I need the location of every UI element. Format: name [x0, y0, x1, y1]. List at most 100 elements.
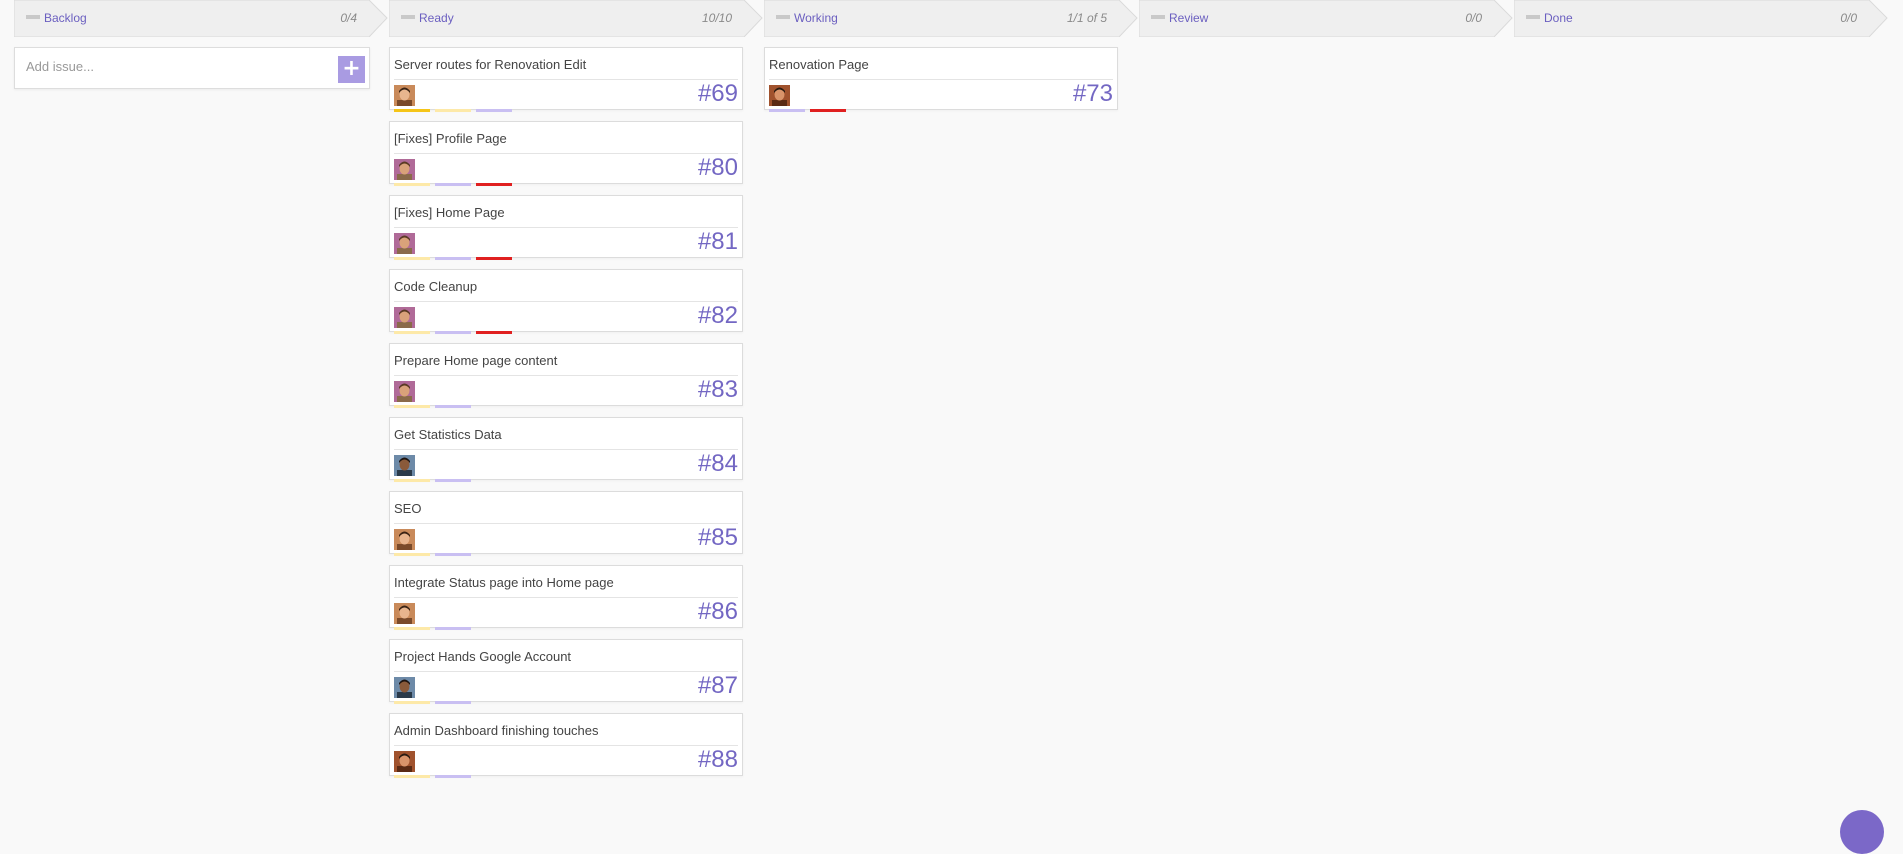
- label-bar-light-yellow: [394, 701, 430, 704]
- add-issue-button[interactable]: +: [338, 56, 365, 83]
- label-bar-lavender: [435, 627, 471, 630]
- column-title[interactable]: Review: [1169, 11, 1208, 25]
- issue-card[interactable]: SEO #85: [389, 491, 743, 556]
- card-divider: [394, 523, 738, 524]
- issue-number[interactable]: #80: [698, 155, 738, 181]
- label-bar-lavender: [769, 109, 805, 112]
- issue-number[interactable]: #86: [698, 599, 738, 625]
- issue-number[interactable]: #88: [698, 747, 738, 773]
- issue-title: Integrate Status page into Home page: [394, 575, 614, 590]
- issue-card[interactable]: Admin Dashboard finishing touches #88: [389, 713, 743, 778]
- issue-card[interactable]: Get Statistics Data #84: [389, 417, 743, 482]
- card-divider: [394, 79, 738, 80]
- collapse-icon[interactable]: [1526, 15, 1540, 19]
- issue-number[interactable]: #73: [1073, 81, 1113, 107]
- assignee-avatar[interactable]: [394, 85, 415, 106]
- column-count: 0/4: [340, 11, 357, 25]
- column-review: Review 0/0: [1139, 0, 1514, 37]
- assignee-avatar[interactable]: [394, 381, 415, 402]
- label-bar-lavender: [435, 257, 471, 260]
- label-bar-light-yellow: [435, 109, 471, 112]
- column-working: Working 1/1 of 5: [764, 0, 1139, 37]
- label-bar-lavender: [435, 331, 471, 334]
- card-divider: [394, 449, 738, 450]
- card-divider: [394, 227, 738, 228]
- column-count: 1/1 of 5: [1066, 11, 1107, 25]
- issue-card[interactable]: Renovation Page #73: [764, 47, 1118, 112]
- card-divider: [394, 301, 738, 302]
- issue-number[interactable]: #87: [698, 673, 738, 699]
- column-done: Done 0/0: [1514, 0, 1889, 37]
- column-title[interactable]: Backlog: [44, 11, 87, 25]
- label-bar-red: [810, 109, 846, 112]
- card-divider: [394, 153, 738, 154]
- column-header-working: Working 1/1 of 5: [764, 0, 1139, 37]
- issue-title: Admin Dashboard finishing touches: [394, 723, 599, 738]
- issue-title: SEO: [394, 501, 422, 516]
- card-divider: [394, 375, 738, 376]
- assignee-avatar[interactable]: [394, 751, 415, 772]
- collapse-icon[interactable]: [776, 15, 790, 19]
- issue-title: Prepare Home page content: [394, 353, 558, 368]
- issue-card[interactable]: Project Hands Google Account #87: [389, 639, 743, 704]
- issue-card[interactable]: Integrate Status page into Home page #86: [389, 565, 743, 630]
- issue-title: Get Statistics Data: [394, 427, 502, 442]
- label-bar-red: [476, 257, 512, 260]
- label-bar-lavender: [435, 183, 471, 186]
- assignee-avatar[interactable]: [394, 529, 415, 550]
- issue-number[interactable]: #81: [698, 229, 738, 255]
- issue-card[interactable]: Server routes for Renovation Edit #69: [389, 47, 743, 112]
- issue-card[interactable]: Prepare Home page content #83: [389, 343, 743, 408]
- issue-number[interactable]: #84: [698, 451, 738, 477]
- column-count: 0/0: [1840, 11, 1857, 25]
- column-header-backlog: Backlog 0/4: [14, 0, 389, 37]
- collapse-icon[interactable]: [1151, 15, 1165, 19]
- issue-card[interactable]: [Fixes] Home Page #81: [389, 195, 743, 260]
- column-backlog: Backlog 0/4: [14, 0, 389, 37]
- label-bar-light-yellow: [394, 257, 430, 260]
- issue-number[interactable]: #85: [698, 525, 738, 551]
- label-bar-light-yellow: [394, 183, 430, 186]
- assignee-avatar[interactable]: [394, 233, 415, 254]
- label-bar-light-yellow: [394, 553, 430, 556]
- column-title[interactable]: Done: [1544, 11, 1573, 25]
- assignee-avatar[interactable]: [769, 85, 790, 106]
- column-title[interactable]: Working: [794, 11, 838, 25]
- label-bar-red: [476, 183, 512, 186]
- label-bar-light-yellow: [394, 479, 430, 482]
- issue-title: Project Hands Google Account: [394, 649, 572, 664]
- label-bar-lavender: [476, 109, 512, 112]
- issue-number[interactable]: #83: [698, 377, 738, 403]
- label-bar-lavender: [435, 775, 471, 778]
- issue-title: Server routes for Renovation Edit: [394, 57, 587, 72]
- column-header-done: Done 0/0: [1514, 0, 1889, 37]
- card-divider: [769, 79, 1113, 80]
- assignee-avatar[interactable]: [394, 603, 415, 624]
- column-count: 10/10: [701, 11, 732, 25]
- assignee-avatar[interactable]: [394, 677, 415, 698]
- column-title[interactable]: Ready: [419, 11, 454, 25]
- issue-title: Code Cleanup: [394, 279, 478, 294]
- floating-action-button[interactable]: [1840, 810, 1884, 854]
- issue-title: Renovation Page: [769, 57, 869, 72]
- collapse-icon[interactable]: [401, 15, 415, 19]
- column-header-review: Review 0/0: [1139, 0, 1514, 37]
- issue-card[interactable]: [Fixes] Profile Page #80: [389, 121, 743, 186]
- assignee-avatar[interactable]: [394, 455, 415, 476]
- card-divider: [394, 745, 738, 746]
- add-issue-input[interactable]: [24, 58, 328, 75]
- issue-card[interactable]: Code Cleanup #82: [389, 269, 743, 334]
- card-divider: [394, 671, 738, 672]
- label-bar-lavender: [435, 479, 471, 482]
- add-issue-box: +: [14, 47, 370, 89]
- issue-number[interactable]: #69: [698, 81, 738, 107]
- assignee-avatar[interactable]: [394, 307, 415, 328]
- collapse-icon[interactable]: [26, 15, 40, 19]
- issue-number[interactable]: #82: [698, 303, 738, 329]
- assignee-avatar[interactable]: [394, 159, 415, 180]
- label-bar-lavender: [435, 701, 471, 704]
- label-bar-yellow: [394, 109, 430, 112]
- label-bar-light-yellow: [394, 627, 430, 630]
- label-bar-lavender: [435, 405, 471, 408]
- label-bar-light-yellow: [394, 331, 430, 334]
